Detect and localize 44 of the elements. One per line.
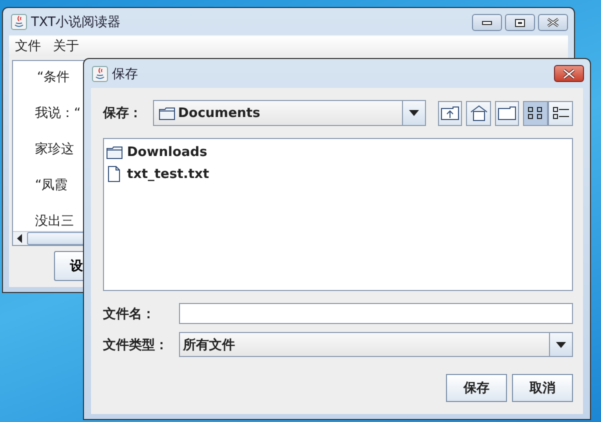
maximize-button[interactable] [505, 14, 535, 31]
dialog-title: 保存 [112, 66, 138, 82]
file-item[interactable]: Downloads [106, 143, 570, 161]
dropdown-arrow-icon [556, 342, 566, 348]
app-icon [92, 66, 108, 82]
window-title: TXT小说阅读器 [31, 14, 121, 30]
file-type-label: 文件类型： [103, 336, 169, 354]
cancel-button[interactable]: 取消 [512, 374, 573, 402]
list-view-button[interactable] [523, 100, 548, 126]
document-icon [108, 166, 120, 182]
text-line: 我说：“ [35, 105, 81, 123]
save-in-dropdown[interactable]: Documents [153, 100, 426, 126]
file-item[interactable]: txt_test.txt [106, 165, 570, 183]
text-line: “条件 [37, 69, 70, 87]
menu-item[interactable]: 关于 [53, 37, 79, 55]
text-line: 家珍这 [35, 141, 74, 159]
folder-icon [498, 106, 516, 120]
file-type-dropdown[interactable]: 所有文件 [179, 332, 573, 357]
save-button[interactable]: 保存 [446, 374, 507, 402]
file-name-field[interactable] [179, 303, 573, 324]
text-line: 没出三 [35, 213, 74, 231]
up-folder-button[interactable] [438, 100, 462, 126]
file-name-label: 文件名： [103, 306, 156, 322]
folder-up-icon [441, 106, 460, 120]
new-folder-button[interactable] [494, 100, 520, 126]
close-button[interactable] [554, 65, 584, 82]
close-button[interactable] [538, 14, 568, 31]
close-icon [562, 68, 576, 78]
text-line: “凤霞 [35, 177, 68, 195]
save-in-label: 保存： [103, 105, 143, 122]
list-view-icon [526, 105, 545, 121]
minimize-icon [482, 20, 492, 24]
home-button[interactable] [466, 100, 491, 126]
details-view-icon [552, 105, 570, 121]
dropdown-arrow-icon [408, 110, 419, 116]
folder-icon [106, 146, 123, 158]
menu-item[interactable]: 文件 [15, 37, 41, 55]
minimize-button[interactable] [472, 14, 502, 31]
home-icon [470, 105, 488, 121]
app-icon [11, 14, 27, 30]
close-icon [547, 18, 559, 27]
folder-icon [159, 106, 175, 120]
maximize-icon [515, 18, 525, 26]
details-view-button[interactable] [548, 100, 574, 126]
